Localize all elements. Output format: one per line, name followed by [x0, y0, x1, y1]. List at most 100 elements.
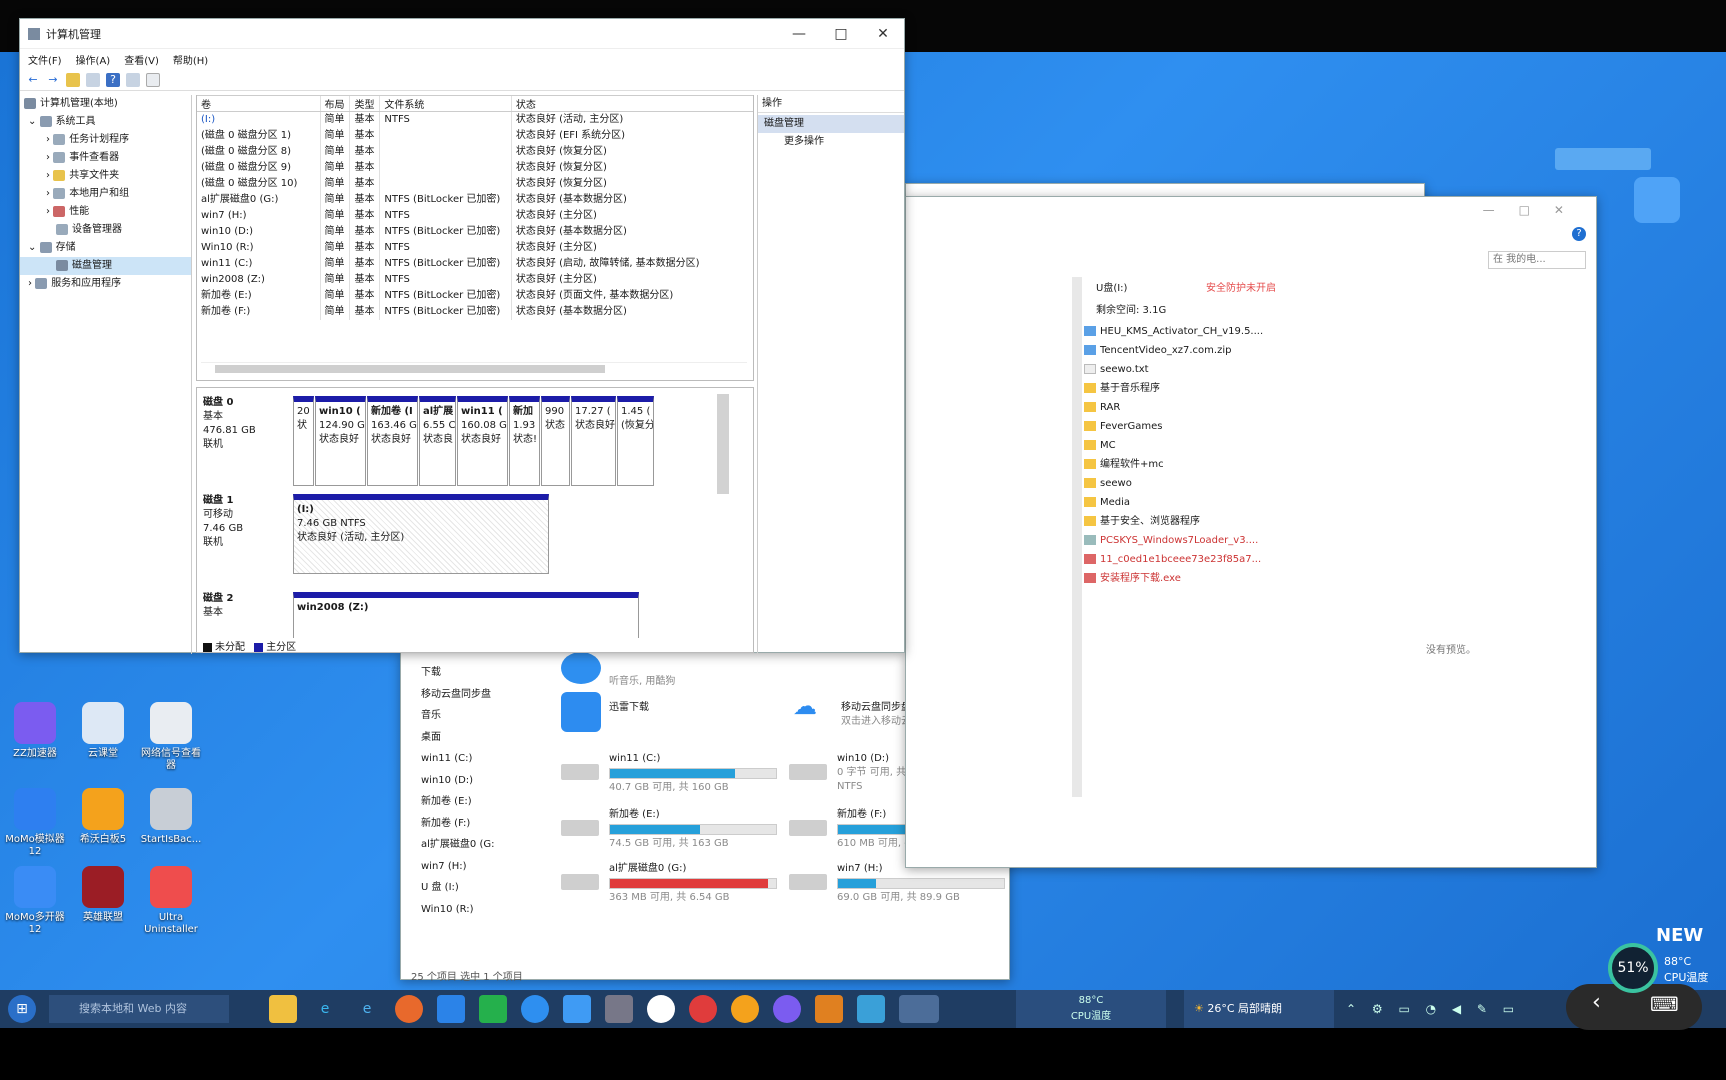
app-icon[interactable] [605, 995, 633, 1023]
file-item[interactable]: 11_c0ed1e1bceee73e23f85a7... [1084, 550, 1364, 569]
sidebar-item[interactable]: win11 (C:) [421, 748, 541, 770]
desktop-icon[interactable]: ZZ加速器 [4, 702, 66, 760]
tree-item-system-tools[interactable]: ⌄ 系统工具 [20, 113, 191, 131]
partition[interactable]: 新加卷 (I 163.46 G 状态良好 [367, 396, 418, 486]
app-icon[interactable] [437, 995, 465, 1023]
volume-row[interactable]: (I:) 简单 基本 NTFS 状态良好 (活动, 主分区) [197, 112, 753, 128]
sidebar-item[interactable]: Win10 (R:) [421, 899, 541, 921]
app-icon[interactable] [857, 995, 885, 1023]
drive-tile[interactable]: win7 (H:) 69.0 GB 可用, 共 89.9 GB [789, 862, 1037, 905]
column-header[interactable]: 类型 [350, 96, 381, 111]
cpu-temp-widget[interactable]: 88°C CPU温度 [1016, 990, 1166, 1028]
disk-1-label[interactable]: 磁盘 1 可移动 7.46 GB 联机 [203, 494, 287, 550]
partition[interactable]: 20 状 [293, 396, 314, 486]
folder-item[interactable]: seewo [1084, 474, 1364, 493]
actions-more[interactable]: 更多操作 [758, 133, 904, 151]
partition[interactable]: al扩展 6.55 C 状态良 [419, 396, 456, 486]
firefox-icon[interactable] [395, 995, 423, 1023]
actions-disk-management[interactable]: 磁盘管理 [758, 115, 904, 133]
disk-0-label[interactable]: 磁盘 0 基本 476.81 GB 联机 [203, 396, 287, 452]
kugou-icon[interactable] [521, 995, 549, 1023]
menu-file[interactable]: 文件(F) [28, 52, 62, 67]
folder-item[interactable]: 基于音乐程序 [1084, 379, 1364, 398]
properties-icon[interactable] [126, 72, 140, 87]
help-icon[interactable]: ? [1572, 227, 1586, 241]
horizontal-scrollbar[interactable] [201, 362, 747, 374]
thunder-icon[interactable] [1634, 177, 1680, 223]
partition[interactable]: 990 状态 [541, 396, 570, 486]
ie-icon[interactable]: e [311, 995, 339, 1023]
folder-item[interactable]: 基于安全、浏览器程序 [1084, 512, 1364, 531]
sidebar-item[interactable]: 新加卷 (F:) [421, 813, 541, 835]
tree-item-local-users[interactable]: › 本地用户和组 [20, 185, 191, 203]
edge-icon[interactable]: e [353, 995, 381, 1023]
desktop-icon[interactable]: StartIsBac... [140, 788, 202, 846]
sidebar-item[interactable]: 移动云盘同步盘 [421, 684, 541, 706]
volume-row[interactable]: win10 (D:) 简单 基本 NTFS (BitLocker 已加密) 状态良好 (… [197, 224, 753, 240]
view-icon[interactable] [146, 72, 160, 87]
folder-item[interactable]: RAR [1084, 398, 1364, 417]
help-icon[interactable]: ? [106, 72, 120, 87]
sidebar-item[interactable]: win10 (D:) [421, 770, 541, 792]
taskbar-search[interactable]: 搜索本地和 Web 内容 [49, 995, 229, 1023]
start-button[interactable]: ⊞ [8, 995, 36, 1023]
volume-row[interactable]: win11 (C:) 简单 基本 NTFS (BitLocker 已加密) 状态良好 (… [197, 256, 753, 272]
volume-row[interactable]: 新加卷 (E:) 简单 基本 NTFS (BitLocker 已加密) 状态良好 (页面… [197, 288, 753, 304]
weather-widget[interactable]: ☀ 26°C 局部晴朗 [1184, 990, 1334, 1028]
sidebar-item[interactable]: 新加卷 (E:) [421, 791, 541, 813]
vertical-scrollbar[interactable] [717, 394, 729, 494]
scrollbar[interactable] [1072, 277, 1082, 797]
volume-row[interactable]: win2008 (Z:) 简单 基本 NTFS 状态良好 (主分区) [197, 272, 753, 288]
forward-icon[interactable]: → [46, 73, 60, 87]
app-icon[interactable] [815, 995, 843, 1023]
desktop-icon[interactable]: 网络信号查看器 [140, 702, 202, 772]
volume-row[interactable]: 新加卷 (F:) 简单 基本 NTFS (BitLocker 已加密) 状态良好 (基本… [197, 304, 753, 320]
disk-2-label[interactable]: 磁盘 2 基本 [203, 592, 287, 620]
tree-item-services[interactable]: › 服务和应用程序 [20, 275, 191, 293]
desktop-icon[interactable]: MoMo模拟器12 [4, 788, 66, 858]
app-name[interactable]: 移动云盘同步盘 [841, 698, 911, 713]
volume-row[interactable]: (磁盘 0 磁盘分区 8) 简单 基本 状态良好 (恢复分区) [197, 144, 753, 160]
back-arrow-icon[interactable]: ‹ [1592, 990, 1601, 1015]
volume-row[interactable]: Win10 (R:) 简单 基本 NTFS 状态良好 (主分区) [197, 240, 753, 256]
sidebar-item[interactable]: U 盘 (I:) [421, 877, 541, 899]
volume-row[interactable]: al扩展磁盘0 (G:) 简单 基本 NTFS (BitLocker 已加密) 状态良好… [197, 192, 753, 208]
folder-item[interactable]: 编程软件+mc [1084, 455, 1364, 474]
zz-icon[interactable] [773, 995, 801, 1023]
tree-item-root[interactable]: 计算机管理(本地) [20, 95, 191, 113]
folder-item[interactable]: FeverGames [1084, 417, 1364, 436]
column-header[interactable]: 布局 [321, 96, 351, 111]
sidebar-item[interactable]: al扩展磁盘0 (G: [421, 834, 541, 856]
file-item[interactable]: 安装程序下载.exe [1084, 569, 1364, 588]
column-header[interactable]: 状态 [512, 96, 753, 111]
folder-item[interactable]: Media [1084, 493, 1364, 512]
folder-item[interactable]: MC [1084, 436, 1364, 455]
volume-row[interactable]: win7 (H:) 简单 基本 NTFS 状态良好 (主分区) [197, 208, 753, 224]
cloud-app-icon[interactable]: ☁ [793, 692, 829, 728]
list-icon[interactable] [86, 72, 100, 87]
volume-row[interactable]: (磁盘 0 磁盘分区 9) 简单 基本 状态良好 (恢复分区) [197, 160, 753, 176]
sidebar-item[interactable]: 音乐 [421, 705, 541, 727]
desktop-icon[interactable]: 希沃白板5 [72, 788, 134, 846]
sidebar-item[interactable]: win7 (H:) [421, 856, 541, 878]
minimize-button[interactable]: — [778, 26, 820, 42]
partition[interactable]: 17.27 (状态良好 [571, 396, 616, 486]
close-button[interactable]: ✕ [862, 26, 904, 42]
xunlei-icon[interactable] [563, 995, 591, 1023]
desktop-icon[interactable]: 英雄联盟 [72, 866, 134, 924]
qq-icon[interactable] [647, 995, 675, 1023]
desktop-icon[interactable]: MoMo多开器12 [4, 866, 66, 936]
security-status[interactable]: 安全防护未开启 [1206, 279, 1276, 294]
tree-item-event-viewer[interactable]: › 事件查看器 [20, 149, 191, 167]
explorer-icon[interactable] [269, 995, 297, 1023]
drive-tile[interactable]: 新加卷 (E:) 74.5 GB 可用, 共 163 GB [561, 808, 809, 851]
file-item[interactable]: TencentVideo_xz7.com.zip [1084, 341, 1364, 360]
cloud-widget[interactable] [1555, 148, 1651, 170]
kugou-app-icon[interactable] [561, 652, 601, 684]
drive-tile[interactable]: win11 (C:) 40.7 GB 可用, 共 160 GB [561, 752, 809, 795]
app-name[interactable]: 迅雷下载 [609, 698, 649, 713]
desktop-icon[interactable]: Ultra Uninstaller [140, 866, 202, 936]
menu-view[interactable]: 查看(V) [124, 52, 159, 67]
back-icon[interactable]: ← [26, 73, 40, 87]
partition[interactable]: win10 (124.90 G 状态良好 [315, 396, 366, 486]
